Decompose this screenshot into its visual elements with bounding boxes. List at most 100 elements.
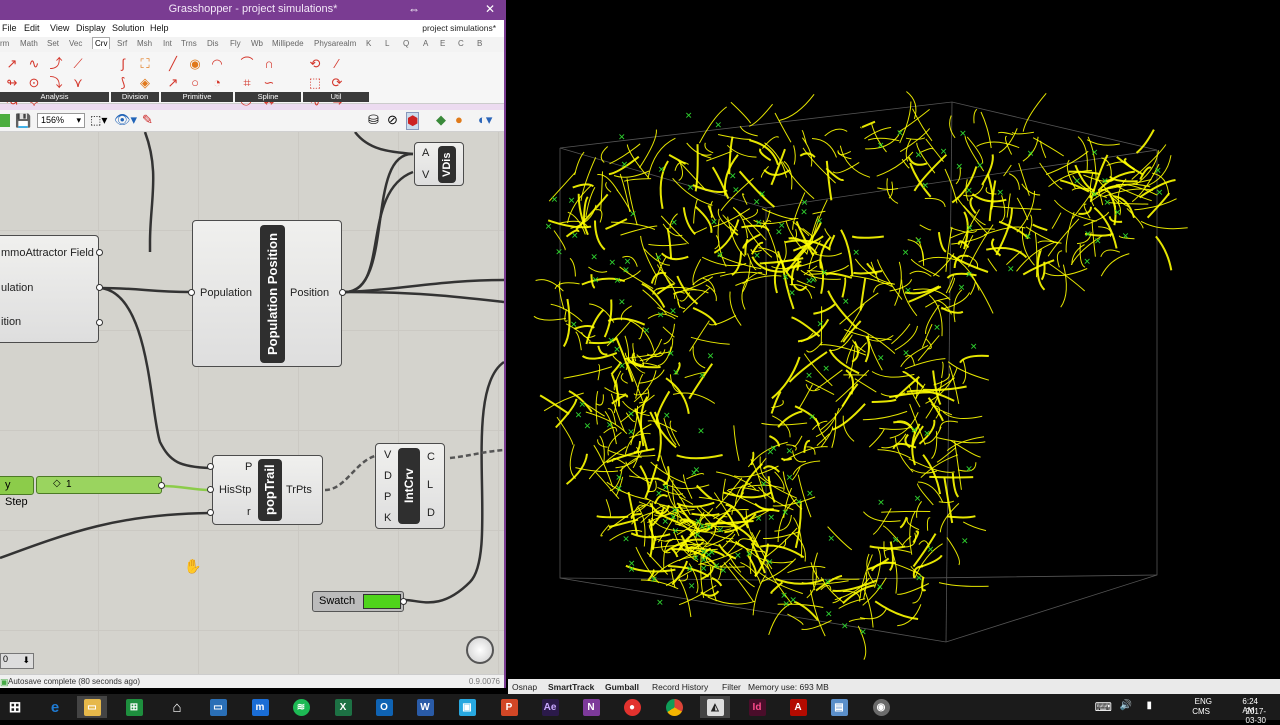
download-icon[interactable]: ⬇ <box>22 655 30 666</box>
taskbar-app[interactable]: X <box>328 696 358 718</box>
taskbar-app[interactable]: P <box>494 696 524 718</box>
taskbar-app[interactable]: N <box>576 696 606 718</box>
divide-icon[interactable]: ⛶ <box>135 55 155 72</box>
util-icon[interactable]: ⬚ <box>305 74 325 91</box>
bake-icon[interactable]: ◆ <box>436 112 446 128</box>
status-osnap[interactable]: Osnap <box>512 682 537 692</box>
zoom-extents-icon[interactable]: ⬚▾ <box>90 113 107 127</box>
divide-icon[interactable]: ⟆ <box>113 74 133 91</box>
taskbar-app[interactable]: e <box>40 696 70 718</box>
globe-icon[interactable]: ◐▾ <box>478 112 492 128</box>
tab[interactable]: rm <box>0 39 9 48</box>
menu-help[interactable]: Help <box>150 23 169 33</box>
poptrail-component[interactable]: P HisStp r popTrail TrPts <box>212 455 323 525</box>
circle-icon[interactable]: ○ <box>185 74 205 91</box>
input-port[interactable] <box>207 463 214 470</box>
curve-tool-icon[interactable]: ⤵ <box>46 74 66 91</box>
tab[interactable]: A <box>423 39 428 48</box>
tab[interactable]: Srf <box>117 39 127 48</box>
taskbar-app[interactable]: ▭ <box>77 696 107 718</box>
spline-icon[interactable]: ⌗ <box>237 74 257 91</box>
curve-tool-icon[interactable]: ∿ <box>24 55 44 72</box>
taskbar-app[interactable]: W <box>410 696 440 718</box>
curve-tool-icon[interactable]: ⟋ <box>68 55 88 72</box>
tab[interactable]: Trns <box>181 39 197 48</box>
curve-tool-icon[interactable]: ↗ <box>2 55 22 72</box>
tab[interactable]: Millipede <box>272 39 304 48</box>
gh-canvas[interactable]: mmoAttractor Field ulation ition Populat… <box>0 132 504 674</box>
curve-tool-icon[interactable]: ⊙ <box>24 74 44 91</box>
menu-edit[interactable]: Edit <box>24 23 40 33</box>
tab[interactable]: Vec <box>69 39 82 48</box>
tab[interactable]: L <box>385 39 389 48</box>
network-icon[interactable]: ▮ <box>1146 700 1152 711</box>
sketch-icon[interactable]: ✎ <box>142 112 153 128</box>
taskbar-app[interactable]: ≋ <box>286 696 316 718</box>
wire-icon[interactable]: ⊘ <box>387 112 398 128</box>
taskbar-app[interactable]: ◭ <box>700 696 730 718</box>
volume-icon[interactable]: 🔊 <box>1120 700 1132 711</box>
util-icon[interactable]: ⟳ <box>327 74 347 91</box>
tab[interactable]: Int <box>163 39 172 48</box>
language-indicator[interactable]: ENG <box>1195 697 1212 706</box>
vdis-component[interactable]: A V VDis <box>414 142 464 186</box>
taskbar-app[interactable] <box>659 696 689 718</box>
intcrv-component[interactable]: V D P K IntCrv C L D <box>375 443 445 529</box>
arc-icon[interactable]: ◠ <box>207 55 227 72</box>
tab[interactable]: Msh <box>137 39 152 48</box>
population-position-component[interactable]: Population Population Position Position <box>192 220 342 367</box>
arc-icon[interactable]: ◔ <box>207 74 227 91</box>
taskbar-app[interactable]: ⊞ <box>119 696 149 718</box>
taskbar-app[interactable]: O <box>369 696 399 718</box>
tab[interactable]: C <box>458 39 464 48</box>
spline-icon[interactable]: ∽ <box>259 74 279 91</box>
output-port[interactable] <box>339 289 346 296</box>
keyboard-icon[interactable]: ⌨ <box>1095 700 1112 714</box>
divide-icon[interactable]: ◈ <box>135 74 155 91</box>
spline-icon[interactable]: ⌒ <box>237 55 257 72</box>
tab[interactable]: E <box>440 39 445 48</box>
curve-tool-icon[interactable]: ↬ <box>2 74 22 91</box>
tab[interactable]: Dis <box>207 39 219 48</box>
input-port[interactable] <box>207 509 214 516</box>
taskbar-app[interactable]: Ae <box>535 696 565 718</box>
tab[interactable]: K <box>366 39 371 48</box>
taskbar-app[interactable]: ⌂ <box>162 696 192 718</box>
status-smarttrack[interactable]: SmartTrack <box>548 682 594 692</box>
swatch-color[interactable] <box>363 594 401 609</box>
zoom-corner-widget[interactable]: 0 ⬇ <box>0 653 34 669</box>
navigation-compass-icon[interactable] <box>466 636 494 664</box>
menu-view[interactable]: View <box>50 23 69 33</box>
input-port[interactable] <box>188 289 195 296</box>
output-port[interactable] <box>400 598 407 605</box>
rhino-viewport[interactable]: ✕✕✕✕✕✕✕✕✕✕✕✕✕✕✕✕✕✕✕✕✕✕✕✕✕✕✕✕✕✕✕✕✕✕✕✕✕✕✕✕… <box>508 0 1280 679</box>
output-port[interactable] <box>96 249 103 256</box>
divide-icon[interactable]: ∫ <box>113 55 133 72</box>
menu-display[interactable]: Display <box>76 23 106 33</box>
status-filter[interactable]: Filter <box>722 682 741 692</box>
sphere-icon[interactable]: ● <box>455 112 463 127</box>
slider-grip-icon[interactable]: ◇ <box>53 478 61 489</box>
new-icon[interactable] <box>0 114 10 127</box>
tab[interactable]: Physarealm <box>314 39 356 48</box>
line-icon[interactable]: ↗ <box>163 74 183 91</box>
util-icon[interactable]: ⟲ <box>305 55 325 72</box>
circle-icon[interactable]: ◉ <box>185 55 205 72</box>
restore-icon[interactable]: ⇔ <box>408 2 420 16</box>
close-icon[interactable]: ✕ <box>485 2 495 16</box>
taskbar-app[interactable]: ● <box>617 696 647 718</box>
document-name[interactable]: project simulations* <box>422 23 496 33</box>
zoom-dropdown[interactable]: 156%▾ <box>37 113 85 128</box>
menu-solution[interactable]: Solution <box>112 23 145 33</box>
taskbar-app[interactable]: A <box>783 696 813 718</box>
tab[interactable]: Wb <box>251 39 263 48</box>
number-slider[interactable]: ◇ 1 <box>36 476 162 494</box>
clock-date[interactable]: 2017-03-30 <box>1246 707 1266 725</box>
preview-eye-icon[interactable]: 👁▾ <box>114 112 137 128</box>
spline-icon[interactable]: ∩ <box>259 55 279 72</box>
curve-tool-icon[interactable]: ⤴ <box>46 55 66 72</box>
tab[interactable]: Set <box>47 39 59 48</box>
display-icon[interactable]: ⛁ <box>368 112 379 128</box>
save-icon[interactable]: 💾 <box>15 113 31 129</box>
ime-indicator[interactable]: CMS <box>1192 707 1210 716</box>
